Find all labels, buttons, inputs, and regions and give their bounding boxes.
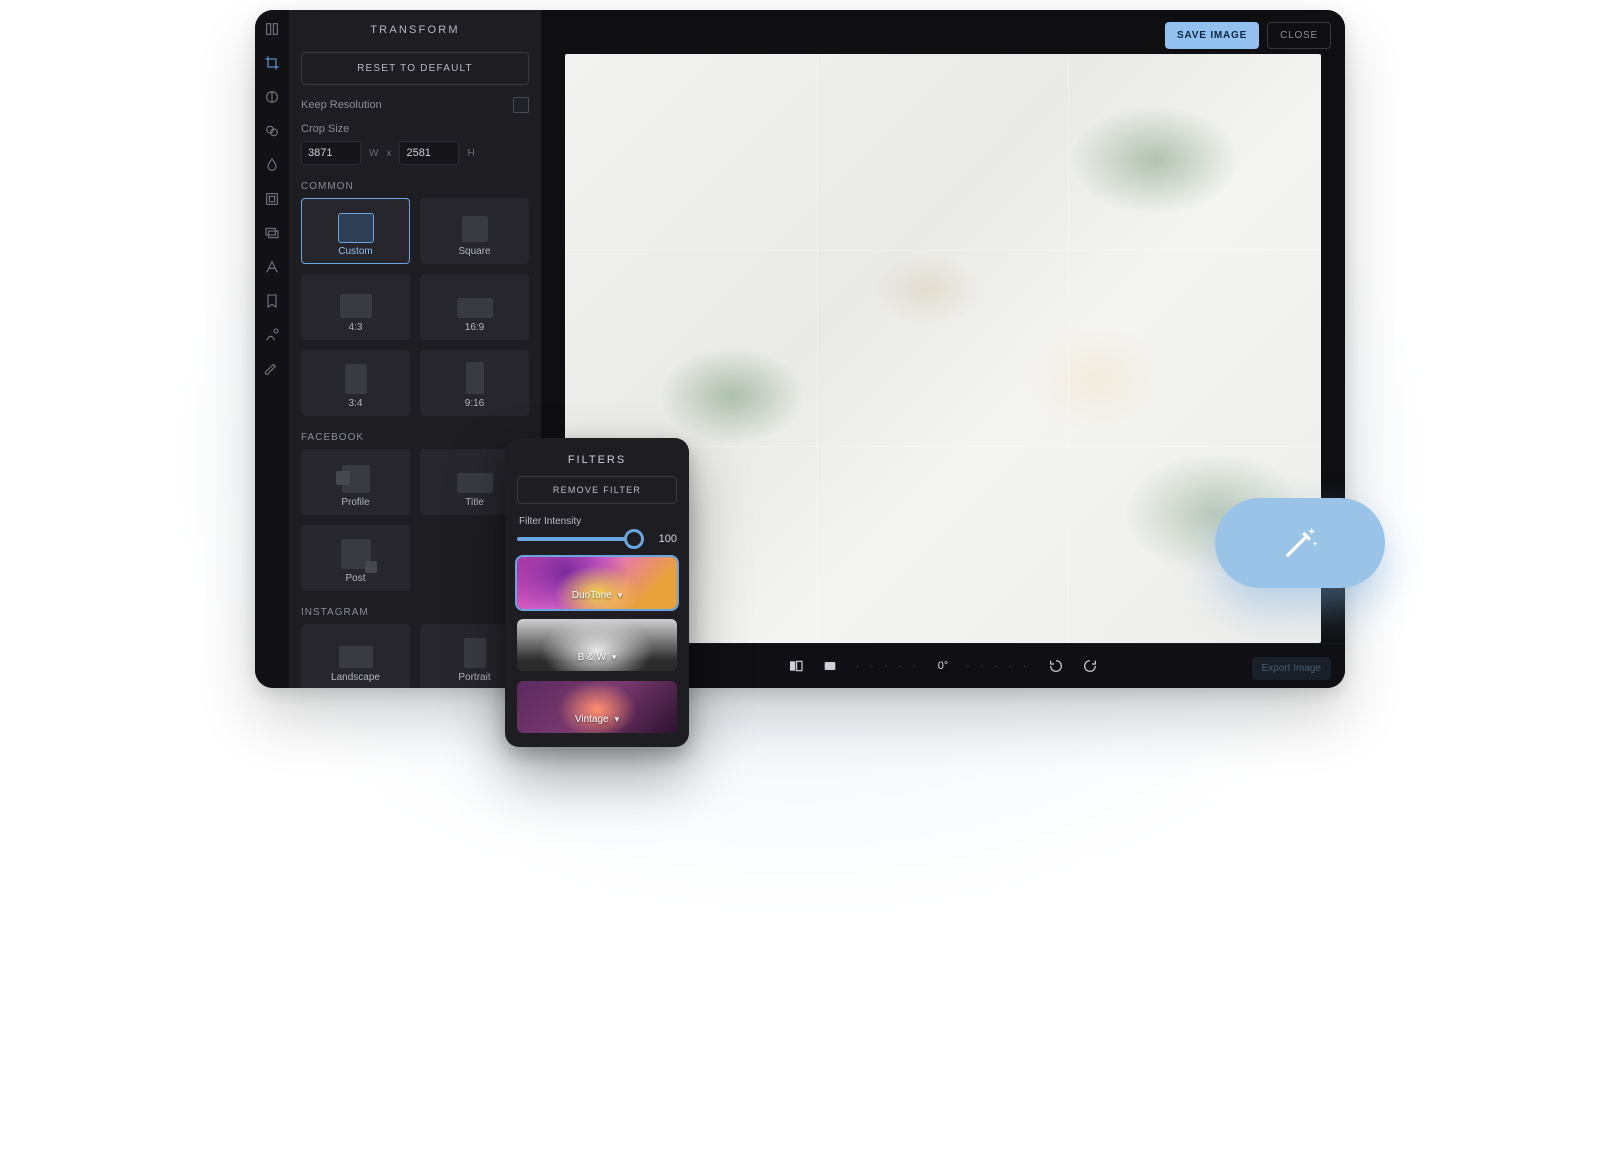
tile-fb-profile[interactable]: Profile: [301, 449, 410, 515]
section-facebook: FACEBOOK: [301, 432, 529, 443]
swatch-bw[interactable]: B & W: [517, 619, 677, 671]
tile-square[interactable]: Square: [420, 198, 529, 264]
stage: SAVE IMAGE CLOSE TRANSFORM RESET TO DEFA…: [160, 0, 1440, 920]
crop-height-input[interactable]: [399, 141, 459, 165]
rotate-ccw-icon[interactable]: [1048, 658, 1064, 674]
filters-popover: FILTERS REMOVE FILTER Filter Intensity 1…: [505, 438, 689, 747]
frame-icon[interactable]: [263, 190, 281, 208]
tiles-common: Custom Square 4:3 16:9 3:4 9:16: [301, 198, 529, 416]
crop-height-unit: H: [467, 148, 474, 159]
slider-knob[interactable]: [624, 529, 644, 549]
swatch-duotone[interactable]: DuoTone: [517, 557, 677, 609]
angle-readout: 0°: [938, 660, 949, 672]
filter-intensity-value: 100: [649, 533, 677, 545]
crop-size-separator: x: [386, 148, 391, 159]
rotate-cw-icon[interactable]: [1082, 658, 1098, 674]
header-actions: SAVE IMAGE CLOSE: [1165, 22, 1331, 49]
tile-4-3[interactable]: 4:3: [301, 274, 410, 340]
crop-icon[interactable]: [263, 54, 281, 72]
compare-icon[interactable]: [788, 658, 804, 674]
keep-resolution-row: Keep Resolution: [301, 97, 529, 113]
tile-3-4[interactable]: 3:4: [301, 350, 410, 416]
bookmark-icon[interactable]: [263, 292, 281, 310]
draw-icon[interactable]: [263, 326, 281, 344]
filter-swatches: DuoTone B & W Vintage: [517, 557, 677, 733]
transform-panel: TRANSFORM RESET TO DEFAULT Keep Resoluti…: [289, 10, 541, 688]
close-button[interactable]: CLOSE: [1267, 22, 1331, 49]
text-icon[interactable]: [263, 258, 281, 276]
magic-wand-icon: [1280, 523, 1320, 563]
editor-window: SAVE IMAGE CLOSE TRANSFORM RESET TO DEFA…: [255, 10, 1345, 688]
tile-custom[interactable]: Custom: [301, 198, 410, 264]
keep-resolution-checkbox[interactable]: [513, 97, 529, 113]
reset-to-default-button[interactable]: RESET TO DEFAULT: [301, 52, 529, 85]
tile-fb-post[interactable]: Post: [301, 525, 410, 591]
export-image-button[interactable]: Export Image: [1252, 657, 1331, 680]
angle-scale-right: · · · · ·: [966, 661, 1030, 672]
filters-icon[interactable]: [263, 122, 281, 140]
brush-icon[interactable]: [263, 360, 281, 378]
transform-title: TRANSFORM: [289, 10, 541, 46]
keep-resolution-label: Keep Resolution: [301, 99, 382, 111]
slider-track[interactable]: [517, 537, 641, 541]
crop-size-inputs: W x H: [301, 141, 529, 165]
crop-size-label: Crop Size: [301, 123, 529, 135]
section-common: COMMON: [301, 181, 529, 192]
transform-body: RESET TO DEFAULT Keep Resolution Crop Si…: [289, 46, 541, 688]
overlay-icon[interactable]: [263, 224, 281, 242]
tile-ig-landscape[interactable]: Landscape: [301, 624, 410, 688]
angle-scale-left: · · · · ·: [856, 661, 920, 672]
fit-icon[interactable]: [822, 658, 838, 674]
tile-9-16[interactable]: 9:16: [420, 350, 529, 416]
tool-rail: [255, 10, 289, 688]
swatch-vintage[interactable]: Vintage: [517, 681, 677, 733]
blur-icon[interactable]: [263, 156, 281, 174]
tiles-instagram: Landscape Portrait: [301, 624, 529, 688]
section-instagram: INSTAGRAM: [301, 607, 529, 618]
magic-wand-button[interactable]: [1215, 498, 1385, 588]
remove-filter-button[interactable]: REMOVE FILTER: [517, 476, 677, 504]
filter-intensity-label: Filter Intensity: [519, 516, 675, 527]
tiles-facebook: Profile Title Post: [301, 449, 529, 591]
crop-width-unit: W: [369, 148, 378, 159]
tile-16-9[interactable]: 16:9: [420, 274, 529, 340]
crop-width-input[interactable]: [301, 141, 361, 165]
save-image-button[interactable]: SAVE IMAGE: [1165, 22, 1259, 49]
filters-title: FILTERS: [517, 450, 677, 476]
library-icon[interactable]: [263, 20, 281, 38]
filter-intensity-slider[interactable]: 100: [517, 533, 677, 545]
adjust-icon[interactable]: [263, 88, 281, 106]
